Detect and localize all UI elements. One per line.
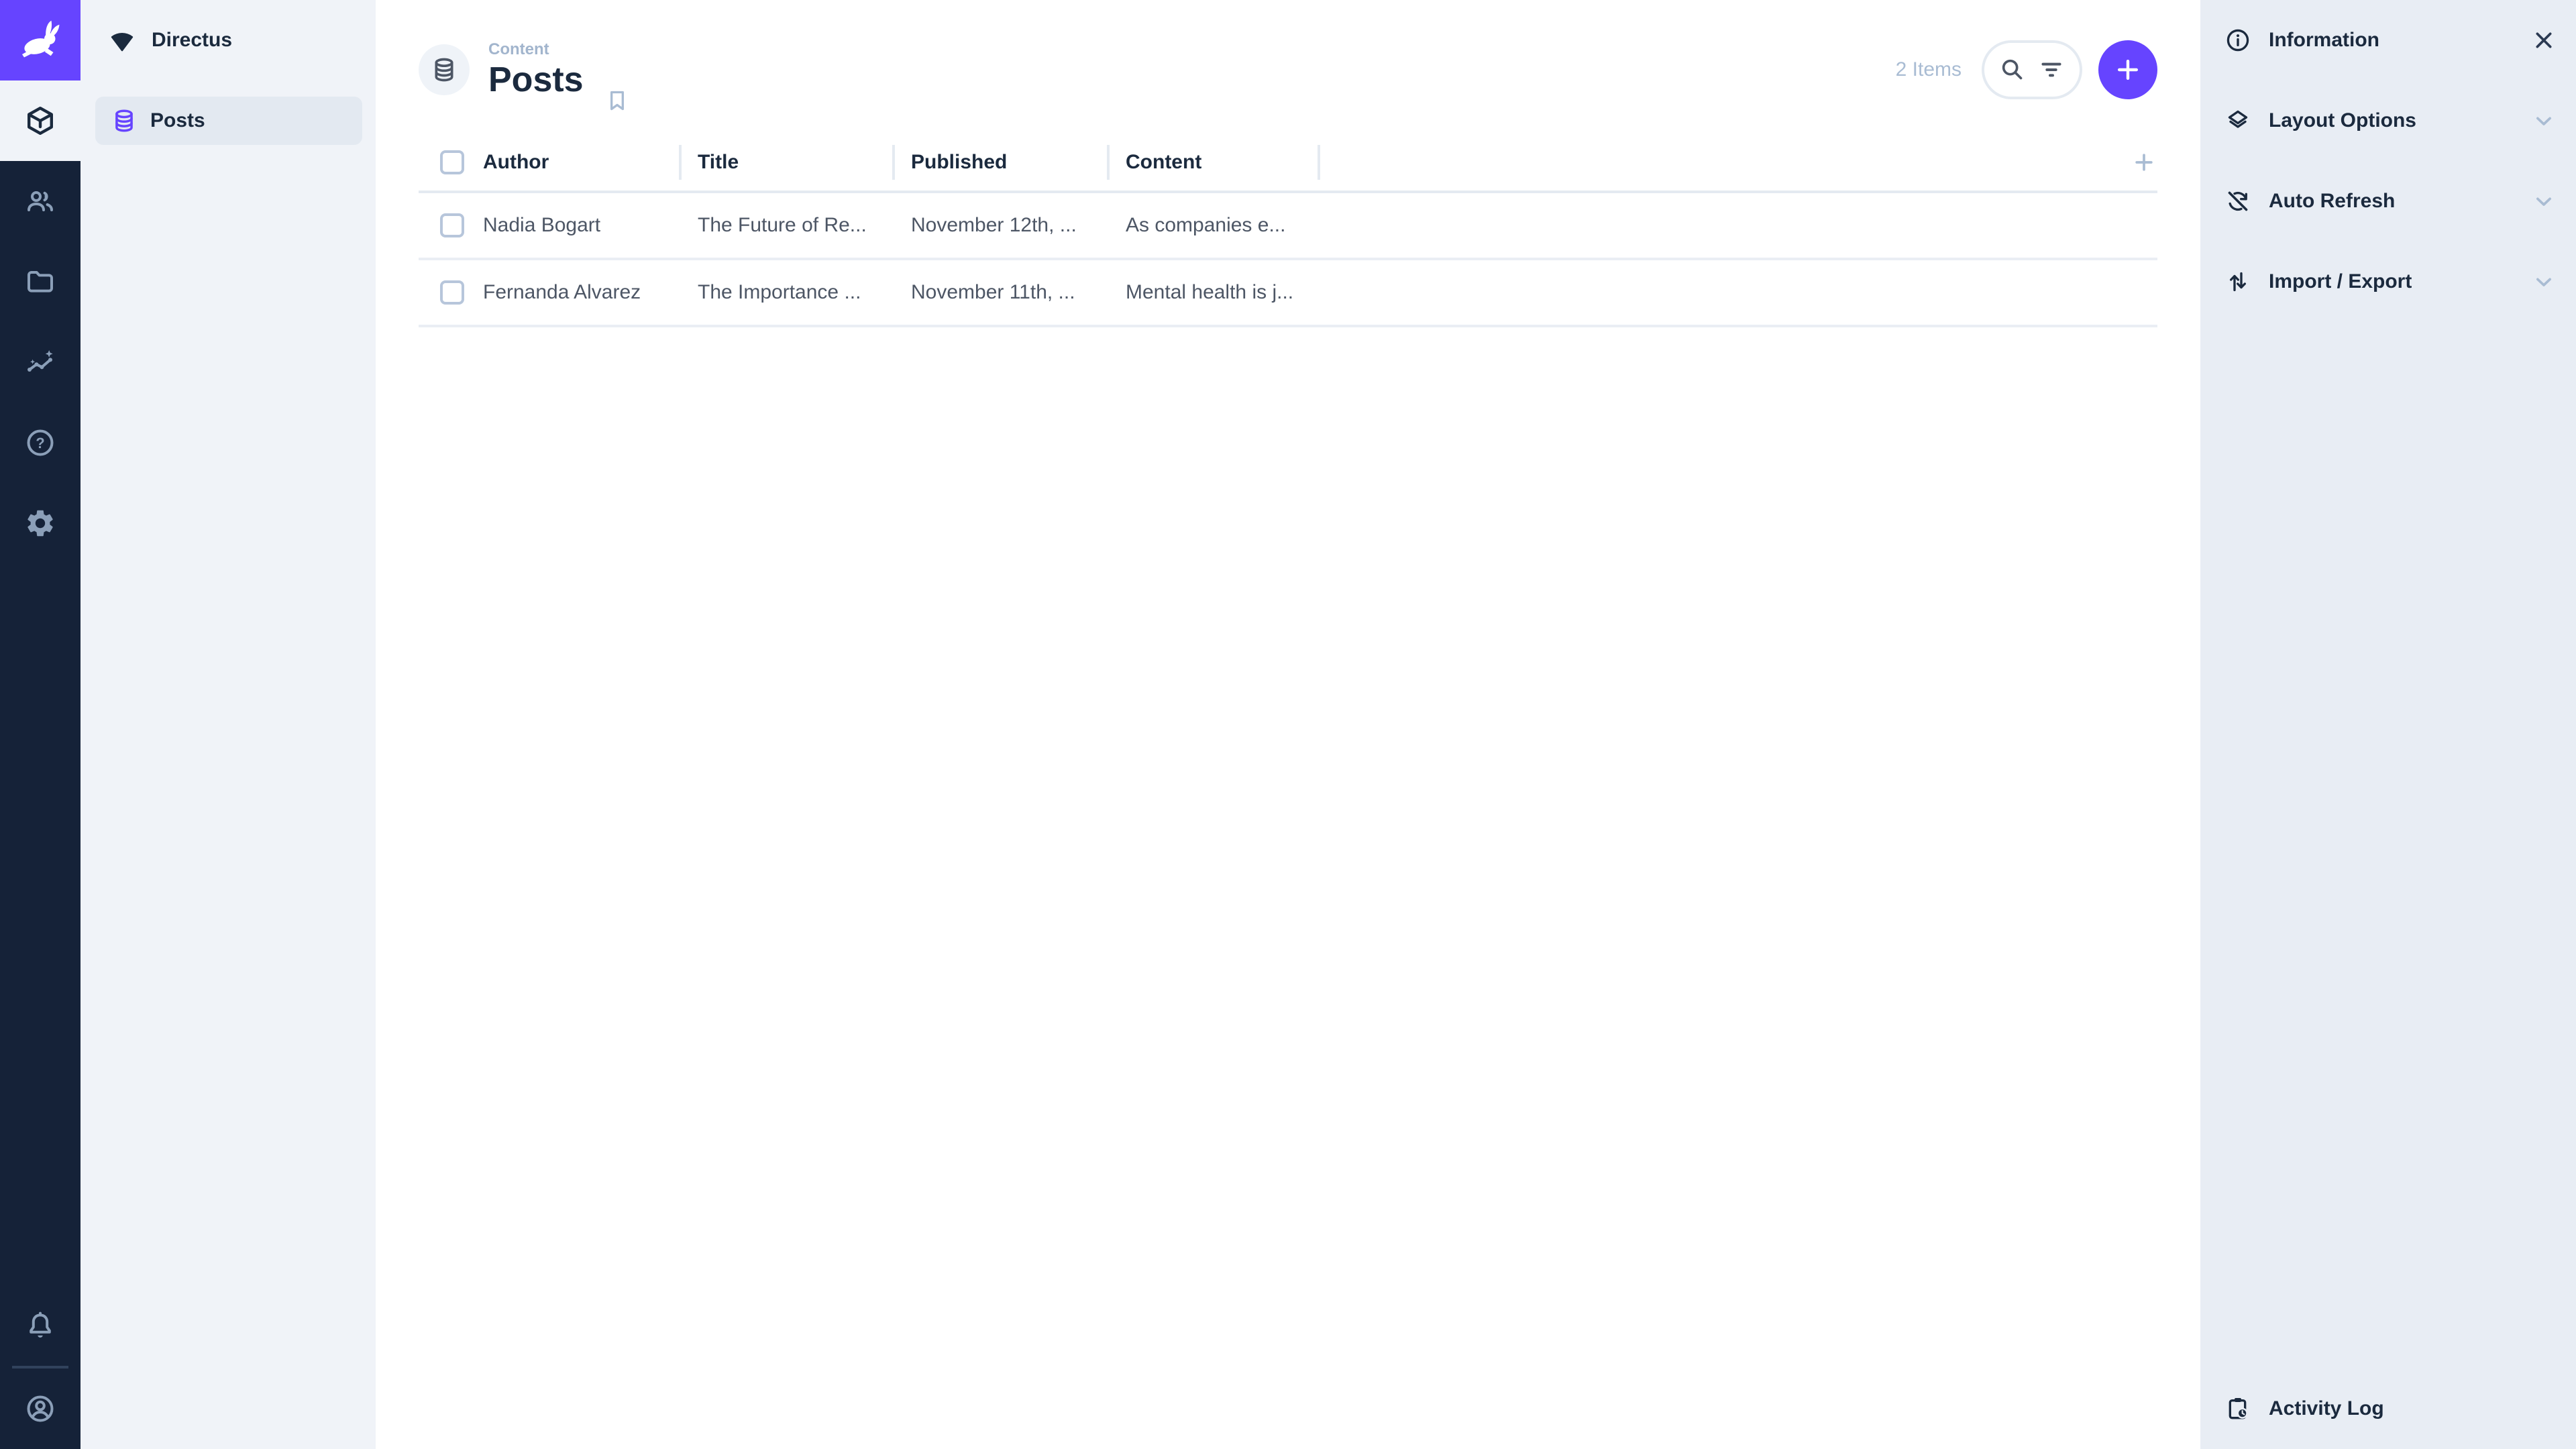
activity-log-icon	[2224, 1395, 2251, 1422]
module-content[interactable]	[0, 80, 80, 161]
cell-title: The Importance ...	[698, 281, 861, 303]
sidebar-section-label: Import / Export	[2269, 270, 2412, 292]
items-count: 2 Items	[1895, 58, 1962, 80]
plus-icon	[2113, 55, 2143, 85]
page-title: Posts	[488, 60, 584, 99]
sidebar-section-information[interactable]: Information	[2200, 0, 2576, 80]
module-bar-spacer	[0, 564, 80, 1285]
close-icon	[2530, 27, 2557, 54]
module-users[interactable]	[0, 161, 80, 241]
table-row[interactable]: Fernanda Alvarez The Importance ... Nove…	[419, 260, 2157, 327]
nav-item-posts[interactable]: Posts	[95, 97, 362, 145]
module-files[interactable]	[0, 241, 80, 322]
table-header-row: Author Title Published Content	[419, 134, 2157, 193]
cell-published: November 12th, ...	[911, 214, 1077, 236]
sidebar-section-layout-options[interactable]: Layout Options	[2200, 80, 2576, 161]
database-icon	[111, 108, 137, 133]
chevron-down-icon	[2530, 268, 2557, 295]
box-icon	[24, 105, 56, 137]
sidebar-section-import-export[interactable]: Import / Export	[2200, 241, 2576, 322]
nav-item-label: Posts	[150, 109, 205, 131]
row-checkbox[interactable]	[440, 280, 464, 305]
right-sidebar: Information Layout Options Auto Refresh …	[2200, 0, 2576, 1449]
cell-content: Mental health is j...	[1126, 281, 1294, 303]
chevron-down-icon	[2530, 107, 2557, 134]
row-checkbox[interactable]	[440, 213, 464, 237]
account-button[interactable]	[0, 1368, 80, 1449]
items-table: Author Title Published Content Nadia Bog…	[419, 134, 2157, 327]
title-block: Content Posts	[488, 40, 584, 100]
select-all-checkbox[interactable]	[440, 150, 464, 174]
database-icon	[431, 56, 458, 83]
column-header-published[interactable]: Published	[892, 134, 1107, 191]
sidebar-section-label: Information	[2269, 29, 2379, 51]
activity-log-label: Activity Log	[2269, 1397, 2384, 1419]
plus-icon	[2131, 149, 2157, 176]
collection-icon-circle[interactable]	[419, 44, 470, 95]
info-icon	[2224, 27, 2251, 54]
cell-content: As companies e...	[1126, 214, 1286, 236]
search-icon	[1999, 56, 2026, 83]
module-help[interactable]: ?	[0, 402, 80, 483]
module-settings[interactable]	[0, 483, 80, 564]
bell-icon	[24, 1309, 56, 1342]
filter-button[interactable]	[2038, 56, 2065, 83]
sidebar-section-label: Auto Refresh	[2269, 190, 2396, 212]
module-bar: ?	[0, 0, 80, 1449]
help-icon: ?	[24, 427, 56, 459]
account-circle-icon	[24, 1393, 56, 1425]
bookmark-icon	[604, 87, 631, 114]
nav-sidebar: Directus Posts	[80, 0, 376, 1449]
sidebar-section-label: Layout Options	[2269, 109, 2416, 131]
filter-icon	[2038, 56, 2065, 83]
search-filter-pill	[1982, 40, 2082, 99]
svg-text:?: ?	[36, 435, 44, 451]
activity-log-button[interactable]: Activity Log	[2200, 1368, 2576, 1449]
directus-logo[interactable]	[0, 0, 80, 80]
cell-published: November 11th, ...	[911, 281, 1075, 303]
cell-author: Nadia Bogart	[483, 214, 601, 236]
add-column-button[interactable]	[2131, 149, 2157, 176]
layers-icon	[2224, 107, 2251, 134]
cell-title: The Future of Re...	[698, 214, 867, 236]
app-window: ? Directus Posts Content Posts 2 Items A…	[0, 0, 2576, 1449]
table-row[interactable]: Nadia Bogart The Future of Re... Novembe…	[419, 193, 2157, 260]
create-item-button[interactable]	[2098, 40, 2157, 99]
project-header[interactable]: Directus	[80, 0, 376, 80]
cell-author: Fernanda Alvarez	[483, 281, 641, 303]
breadcrumb[interactable]: Content	[488, 40, 584, 60]
insights-icon	[24, 346, 56, 378]
header-actions: 2 Items	[1896, 40, 2157, 99]
gear-icon	[24, 507, 56, 539]
column-header-content[interactable]: Content	[1107, 134, 1320, 191]
notifications-button[interactable]	[0, 1285, 80, 1366]
column-header-title[interactable]: Title	[679, 134, 892, 191]
project-name: Directus	[152, 29, 233, 51]
users-icon	[24, 185, 56, 217]
chevron-down-icon	[2530, 188, 2557, 215]
project-logo-icon	[107, 25, 137, 55]
rabbit-logo-icon	[16, 16, 64, 64]
module-insights[interactable]	[0, 322, 80, 402]
bookmark-button[interactable]	[604, 87, 631, 114]
column-header-author[interactable]: Author	[483, 134, 679, 191]
refresh-off-icon	[2224, 188, 2251, 215]
search-button[interactable]	[1999, 56, 2026, 83]
folder-icon	[24, 266, 56, 298]
sidebar-section-auto-refresh[interactable]: Auto Refresh	[2200, 161, 2576, 241]
import-export-icon	[2224, 268, 2251, 295]
page-header: Content Posts 2 Items	[376, 0, 2200, 121]
close-sidebar-button[interactable]	[2530, 27, 2557, 54]
main-content: Content Posts 2 Items Author Title Publi…	[376, 0, 2200, 1449]
